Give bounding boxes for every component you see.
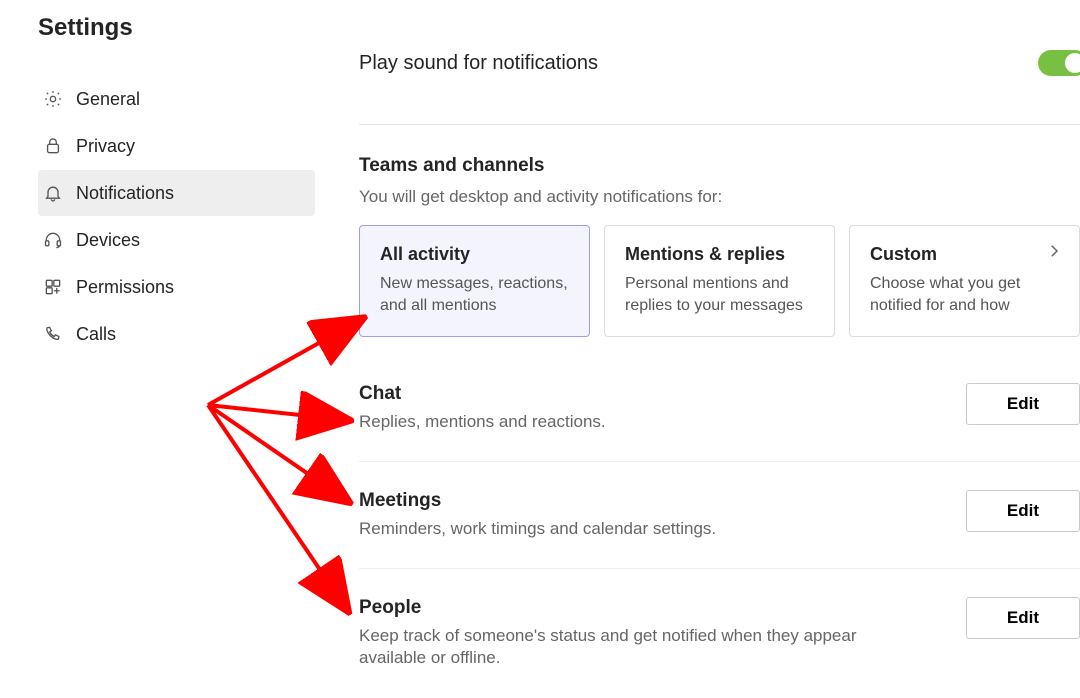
meetings-section: Meetings Reminders, work timings and cal… xyxy=(359,490,1080,569)
sidebar-item-devices[interactable]: Devices xyxy=(38,217,315,263)
settings-title: Settings xyxy=(38,14,315,42)
sidebar-item-general[interactable]: General xyxy=(38,76,315,122)
people-section: People Keep track of someone's status an… xyxy=(359,597,1080,697)
apps-icon xyxy=(40,276,66,298)
card-title: All activity xyxy=(380,244,569,265)
play-sound-label: Play sound for notifications xyxy=(359,52,598,75)
headset-icon xyxy=(40,229,66,251)
meetings-edit-button[interactable]: Edit xyxy=(966,490,1080,532)
sidebar-item-label: General xyxy=(76,89,140,110)
gear-icon xyxy=(40,88,66,110)
card-desc: Choose what you get notified for and how xyxy=(870,273,1059,316)
chat-edit-button[interactable]: Edit xyxy=(966,383,1080,425)
play-sound-row: Play sound for notifications xyxy=(359,50,1080,76)
people-title: People xyxy=(359,597,879,619)
lock-icon xyxy=(40,135,66,157)
phone-icon xyxy=(40,323,66,345)
people-edit-button[interactable]: Edit xyxy=(966,597,1080,639)
people-desc: Keep track of someone's status and get n… xyxy=(359,625,879,669)
card-title: Custom xyxy=(870,244,1059,265)
bell-icon xyxy=(40,182,66,204)
meetings-title: Meetings xyxy=(359,490,716,512)
card-desc: Personal mentions and replies to your me… xyxy=(625,273,814,316)
sidebar-item-label: Permissions xyxy=(76,277,174,298)
divider xyxy=(359,124,1080,125)
sidebar-item-label: Calls xyxy=(76,324,116,345)
sidebar-item-label: Privacy xyxy=(76,136,135,157)
sidebar-item-privacy[interactable]: Privacy xyxy=(38,123,315,169)
card-custom[interactable]: Custom Choose what you get notified for … xyxy=(849,225,1080,337)
chevron-right-icon xyxy=(1045,242,1063,265)
sidebar-item-label: Devices xyxy=(76,230,140,251)
card-title: Mentions & replies xyxy=(625,244,814,265)
sidebar-item-calls[interactable]: Calls xyxy=(38,311,315,357)
sidebar-item-notifications[interactable]: Notifications xyxy=(38,170,315,216)
chat-desc: Replies, mentions and reactions. xyxy=(359,411,606,433)
card-all-activity[interactable]: All activity New messages, reactions, an… xyxy=(359,225,590,337)
play-sound-toggle[interactable] xyxy=(1038,50,1080,76)
teams-section-title: Teams and channels xyxy=(359,155,1080,177)
card-mentions-replies[interactable]: Mentions & replies Personal mentions and… xyxy=(604,225,835,337)
sidebar-item-permissions[interactable]: Permissions xyxy=(38,264,315,310)
chat-title: Chat xyxy=(359,383,606,405)
teams-section-subtitle: You will get desktop and activity notifi… xyxy=(359,187,1080,207)
chat-section: Chat Replies, mentions and reactions. Ed… xyxy=(359,383,1080,462)
meetings-desc: Reminders, work timings and calendar set… xyxy=(359,518,716,540)
card-desc: New messages, reactions, and all mention… xyxy=(380,273,569,316)
sidebar-item-label: Notifications xyxy=(76,183,174,204)
